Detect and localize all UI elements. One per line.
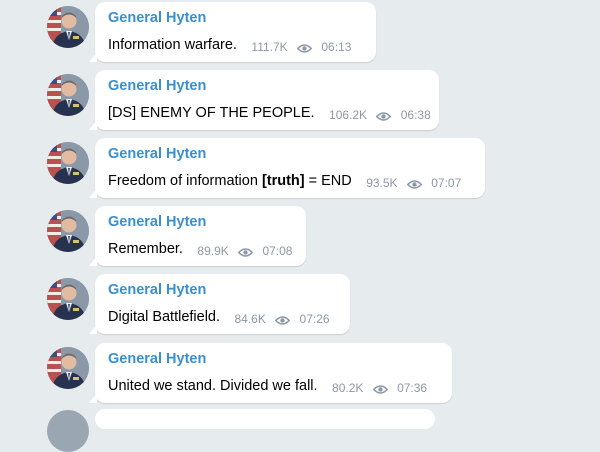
avatar[interactable] xyxy=(47,410,89,452)
avatar-image xyxy=(47,74,89,116)
message: General Hyten Digital Battlefield. 84.6K… xyxy=(0,274,600,336)
sender-name[interactable]: General Hyten xyxy=(108,9,364,27)
view-count: 93.5K xyxy=(366,176,398,190)
timestamp: 07:26 xyxy=(299,312,330,326)
message: General Hyten Freedom of information [tr… xyxy=(0,138,600,200)
avatar[interactable] xyxy=(47,278,89,320)
message-bubble[interactable]: General Hyten Remember. 89.9K 07:08 xyxy=(89,206,306,266)
message-text: United we stand. Divided we fall. xyxy=(108,378,318,394)
view-count: 111.7K xyxy=(251,40,288,54)
message: General Hyten Remember. 89.9K 07:08 xyxy=(0,206,600,268)
avatar-image xyxy=(47,278,89,320)
message-meta: 93.5K 07:07 xyxy=(366,173,461,193)
avatar-image xyxy=(47,6,89,48)
eye-icon xyxy=(238,248,254,257)
sender-name[interactable]: General Hyten xyxy=(108,350,440,368)
sender-name[interactable]: General Hyten xyxy=(108,145,473,163)
message-meta: 84.6K 07:26 xyxy=(234,309,329,329)
sender-name[interactable]: General Hyten xyxy=(108,77,427,95)
message-text-part: Freedom of information xyxy=(108,173,262,189)
message-meta: 106.2K 06:38 xyxy=(329,105,431,125)
sender-name[interactable]: General Hyten xyxy=(108,213,294,231)
eye-icon xyxy=(372,385,388,394)
message-bubble[interactable]: General Hyten United we stand. Divided w… xyxy=(89,343,452,403)
timestamp: 07:08 xyxy=(262,244,293,258)
view-count: 84.6K xyxy=(234,312,266,326)
avatar-image xyxy=(47,142,89,184)
view-count: 106.2K xyxy=(329,108,368,122)
timestamp: 07:36 xyxy=(397,381,428,395)
avatar[interactable] xyxy=(47,210,89,252)
avatar-image xyxy=(47,210,89,252)
message-text: Information warfare. xyxy=(108,37,237,53)
timestamp: 06:38 xyxy=(400,108,431,122)
message-bubble[interactable]: General Hyten [DS] ENEMY OF THE PEOPLE. … xyxy=(89,70,439,130)
message-meta: 111.7K 06:13 xyxy=(251,37,351,57)
eye-icon xyxy=(376,112,392,121)
view-count: 89.9K xyxy=(197,244,229,258)
eye-icon xyxy=(297,44,313,53)
timestamp: 07:07 xyxy=(431,176,462,190)
message-text-part: = END xyxy=(304,173,352,189)
message-text-bold: [truth] xyxy=(261,173,305,189)
avatar[interactable] xyxy=(47,6,89,48)
message-meta: 80.2K 07:36 xyxy=(332,378,427,398)
message: General Hyten [DS] ENEMY OF THE PEOPLE. … xyxy=(0,70,600,132)
eye-icon xyxy=(406,180,422,189)
avatar[interactable] xyxy=(47,142,89,184)
avatar-image xyxy=(47,347,89,389)
message-bubble[interactable]: General Hyten Digital Battlefield. 84.6K… xyxy=(89,274,350,334)
message-text: Remember. xyxy=(108,241,183,257)
message-bubble[interactable]: General Hyten Information warfare. 111.7… xyxy=(89,2,376,62)
message-text: Digital Battlefield. xyxy=(108,309,221,325)
view-count: 80.2K xyxy=(332,381,364,395)
timestamp: 06:13 xyxy=(321,40,352,54)
avatar[interactable] xyxy=(47,74,89,116)
message-bubble[interactable]: General Hyten Freedom of information [tr… xyxy=(89,138,485,198)
message-bubble[interactable] xyxy=(95,409,435,429)
message: General Hyten Information warfare. 111.7… xyxy=(0,2,600,64)
message: General Hyten United we stand. Divided w… xyxy=(0,343,600,405)
message-meta: 89.9K 07:08 xyxy=(197,241,292,261)
eye-icon xyxy=(275,316,291,325)
message-text: [DS] ENEMY OF THE PEOPLE. xyxy=(108,105,315,121)
message-text: Freedom of information [truth] = END xyxy=(108,173,352,189)
sender-name[interactable]: General Hyten xyxy=(108,281,338,299)
avatar[interactable] xyxy=(47,347,89,389)
message-feed: General Hyten Information warfare. 111.7… xyxy=(0,0,600,452)
